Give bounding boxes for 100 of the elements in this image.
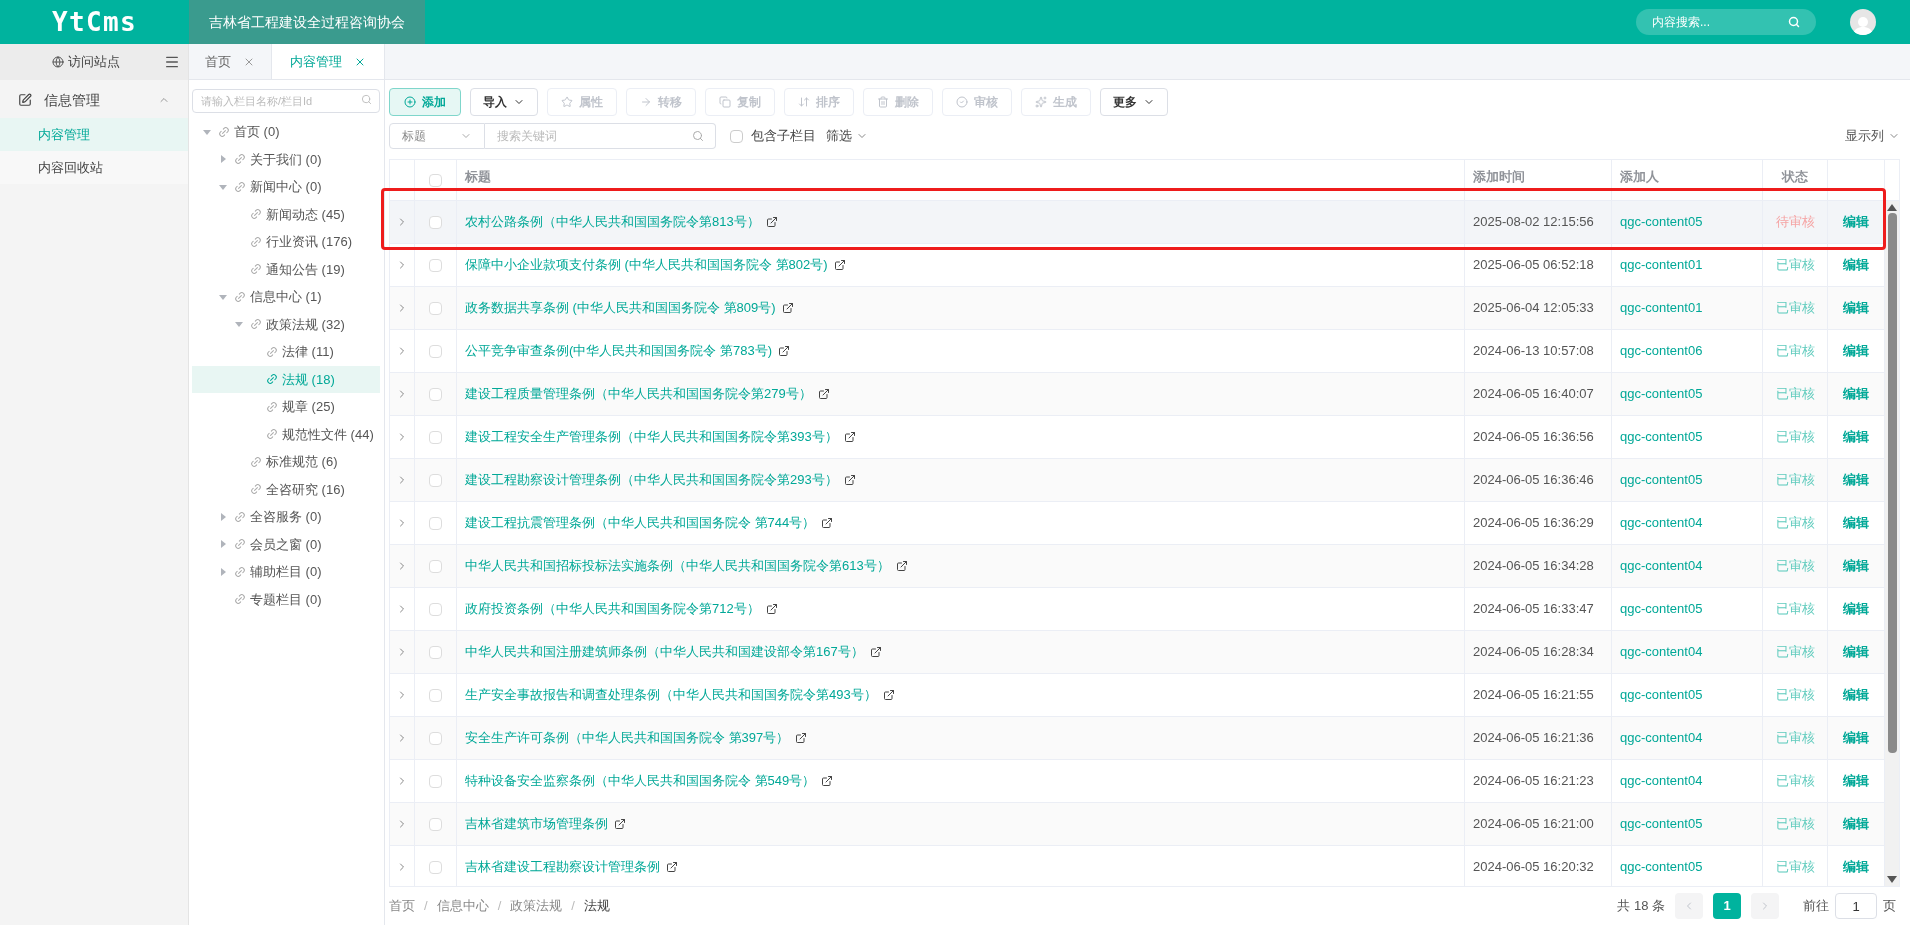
external-link-icon[interactable] — [843, 474, 856, 486]
author-link[interactable]: qgc-content01 — [1620, 255, 1703, 275]
checkbox[interactable] — [429, 817, 442, 831]
checkbox[interactable] — [429, 688, 442, 702]
edit-link[interactable]: 编辑 — [1843, 728, 1869, 748]
tree-item[interactable]: 政策法规 (32) — [192, 310, 380, 338]
table-row[interactable]: 特种设备安全监察条例（中华人民共和国国务院令 第549号） 2024-06-05 16:21:23 qgc-content04 已审核 编辑 — [390, 760, 1885, 803]
title-link[interactable]: 吉林省建设工程勘察设计管理条例 — [465, 857, 660, 877]
edit-link[interactable]: 编辑 — [1843, 298, 1869, 318]
title-link[interactable]: 中华人民共和国招标投标法实施条例（中华人民共和国国务院令第613号） — [465, 556, 890, 576]
table-row[interactable]: 保障中小企业款项支付条例 (中华人民共和国国务院令 第802号) 2025-06-05 06:52:18 qgc-content01 已审核 编辑 — [390, 244, 1885, 287]
menu-item[interactable]: 内容回收站 — [0, 151, 188, 184]
checkbox[interactable] — [429, 516, 442, 530]
edit-link[interactable]: 编辑 — [1843, 384, 1869, 404]
avatar[interactable] — [1850, 9, 1876, 35]
edit-link[interactable]: 编辑 — [1843, 685, 1869, 705]
title-link[interactable]: 农村公路条例（中华人民共和国国务院令第813号） — [465, 212, 760, 232]
title-link[interactable]: 保障中小企业款项支付条例 (中华人民共和国国务院令 第802号) — [465, 255, 828, 275]
checkbox[interactable] — [429, 344, 442, 358]
author-link[interactable]: qgc-content04 — [1620, 771, 1703, 791]
breadcrumb-item[interactable]: 政策法规 — [510, 896, 563, 916]
checkbox[interactable] — [429, 387, 442, 401]
tree-item[interactable]: 通知公告 (19) — [192, 255, 380, 283]
author-link[interactable]: qgc-content05 — [1620, 814, 1703, 834]
author-link[interactable]: qgc-content05 — [1620, 470, 1703, 490]
title-link[interactable]: 安全生产许可条例（中华人民共和国国务院令 第397号） — [465, 728, 790, 748]
search-icon[interactable] — [361, 94, 372, 105]
page-button[interactable]: 1 — [1713, 893, 1741, 919]
toolbar-button[interactable]: 导入 — [470, 88, 538, 116]
filter-dropdown[interactable]: 筛选 — [826, 126, 868, 146]
tree-item[interactable]: 首页 (0) — [192, 118, 380, 146]
tree-item[interactable]: 法规 (18) — [192, 365, 380, 393]
tree-item[interactable]: 会员之窗 (0) — [192, 530, 380, 558]
edit-link[interactable]: 编辑 — [1843, 857, 1869, 877]
author-link[interactable]: qgc-content05 — [1620, 857, 1703, 877]
tree-item[interactable]: 规章 (25) — [192, 393, 380, 421]
external-link-icon[interactable] — [765, 216, 778, 228]
external-link-icon[interactable] — [666, 861, 678, 873]
edit-link[interactable]: 编辑 — [1843, 427, 1869, 447]
edit-link[interactable]: 编辑 — [1843, 771, 1869, 791]
tree-item[interactable]: 全咨服务 (0) — [192, 503, 380, 531]
table-row[interactable]: 吉林省建筑市场管理条例 2024-06-05 16:21:00 qgc-content05 已审核 编辑 — [390, 803, 1885, 846]
author-link[interactable]: qgc-content06 — [1620, 341, 1703, 361]
table-row[interactable]: 建设工程质量管理条例（中华人民共和国国务院令第279号） 2024-06-05 16:40:07 qgc-content05 已审核 编辑 — [390, 373, 1885, 416]
title-link[interactable]: 吉林省建筑市场管理条例 — [465, 814, 608, 834]
external-link-icon[interactable] — [882, 689, 895, 701]
tree-item[interactable]: 专题栏目 (0) — [192, 585, 380, 613]
edit-link[interactable]: 编辑 — [1843, 255, 1869, 275]
table-row[interactable]: 中华人民共和国招标投标法实施条例（中华人民共和国国务院令第613号） 2024-06-05 16:34:28 qgc-content04 已审核 编辑 — [390, 545, 1885, 588]
tree-item[interactable]: 关于我们 (0) — [192, 145, 380, 173]
author-link[interactable]: qgc-content05 — [1620, 599, 1703, 619]
table-row[interactable]: 生产安全事故报告和调查处理条例（中华人民共和国国务院令第493号） 2024-06-05 16:21:55 qgc-content05 已审核 编辑 — [390, 674, 1885, 717]
toolbar-button[interactable]: 更多 — [1100, 88, 1168, 116]
breadcrumb-item[interactable]: 首页 — [389, 896, 415, 916]
tree-item[interactable]: 规范性文件 (44) — [192, 420, 380, 448]
author-link[interactable]: qgc-content04 — [1620, 513, 1703, 533]
tree-item[interactable]: 信息中心 (1) — [192, 283, 380, 311]
external-link-icon[interactable] — [843, 431, 856, 443]
title-link[interactable]: 政务数据共享条例 (中华人民共和国国务院令 第809号) — [465, 298, 776, 318]
author-link[interactable]: qgc-content04 — [1620, 556, 1703, 576]
table-row[interactable]: 政务数据共享条例 (中华人民共和国国务院令 第809号) 2025-06-04 12:05:33 qgc-content01 已审核 编辑 — [390, 287, 1885, 330]
checkbox[interactable] — [429, 602, 442, 616]
prev-page-button[interactable] — [1675, 893, 1703, 919]
edit-link[interactable]: 编辑 — [1843, 513, 1869, 533]
edit-link[interactable]: 编辑 — [1843, 814, 1869, 834]
external-link-icon[interactable] — [817, 388, 830, 400]
tree-item[interactable]: 辅助栏目 (0) — [192, 558, 380, 586]
checkbox[interactable] — [429, 258, 442, 272]
field-select[interactable]: 标题 — [389, 123, 485, 149]
caret-right-icon[interactable] — [218, 566, 228, 577]
tree-item[interactable]: 标准规范 (6) — [192, 448, 380, 476]
table-row[interactable]: 政府投资条例（中华人民共和国国务院令第712号） 2024-06-05 16:33:47 qgc-content05 已审核 编辑 — [390, 588, 1885, 631]
tab[interactable]: 内容管理 — [272, 44, 385, 79]
edit-link[interactable]: 编辑 — [1843, 556, 1869, 576]
title-link[interactable]: 政府投资条例（中华人民共和国国务院令第712号） — [465, 599, 760, 619]
page-input[interactable]: 1 — [1835, 893, 1877, 919]
author-link[interactable]: qgc-content05 — [1620, 685, 1703, 705]
columns-dropdown[interactable]: 显示列 — [1845, 126, 1900, 146]
author-link[interactable]: qgc-content04 — [1620, 642, 1703, 662]
title-link[interactable]: 建设工程抗震管理条例（中华人民共和国国务院令 第744号） — [465, 513, 816, 533]
external-link-icon[interactable] — [869, 646, 882, 658]
edit-link[interactable]: 编辑 — [1843, 470, 1869, 490]
author-link[interactable]: qgc-content05 — [1620, 427, 1703, 447]
checkbox[interactable] — [730, 129, 743, 143]
checkbox[interactable] — [429, 645, 442, 659]
external-link-icon[interactable] — [895, 560, 908, 572]
table-row[interactable]: 中华人民共和国注册建筑师条例（中华人民共和国建设部令第167号） 2024-06-05 16:28:34 qgc-content04 已审核 编辑 — [390, 631, 1885, 674]
checkbox[interactable] — [429, 215, 442, 229]
table-row[interactable]: 安全生产许可条例（中华人民共和国国务院令 第397号） 2024-06-05 16:21:36 qgc-content04 已审核 编辑 — [390, 717, 1885, 760]
site-tab[interactable]: 吉林省工程建设全过程咨询协会 — [189, 0, 425, 44]
checkbox[interactable] — [429, 774, 442, 788]
edit-link[interactable]: 编辑 — [1843, 642, 1869, 662]
tree-item[interactable]: 行业资讯 (176) — [192, 228, 380, 256]
checkbox[interactable] — [429, 559, 442, 573]
table-row[interactable]: 农村公路条例（中华人民共和国国务院令第813号） 2025-08-02 12:15:56 qgc-content05 待审核 编辑 — [390, 201, 1885, 244]
title-link[interactable]: 生产安全事故报告和调查处理条例（中华人民共和国国务院令第493号） — [465, 685, 877, 705]
edit-link[interactable]: 编辑 — [1843, 341, 1869, 361]
menu-group[interactable]: 信息管理 — [0, 82, 188, 118]
tree-item[interactable]: 全咨研究 (16) — [192, 475, 380, 503]
search-icon[interactable] — [692, 130, 704, 142]
